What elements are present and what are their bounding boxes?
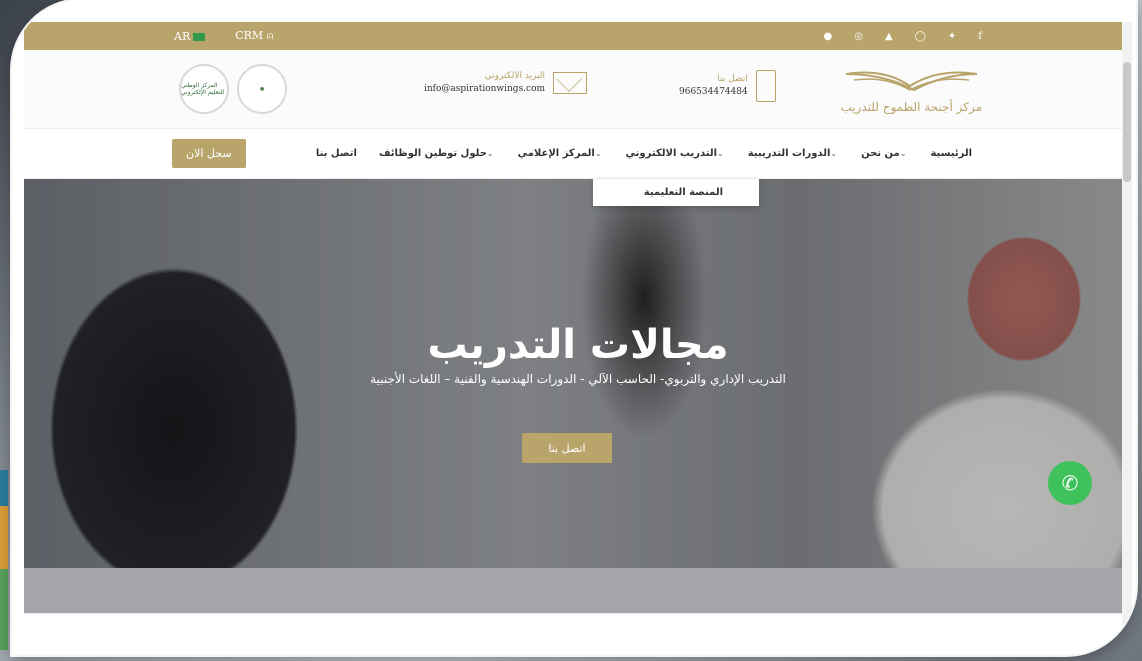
national-elearning-logo: المركز الوطني للتعليم الإلكتروني <box>179 64 229 114</box>
whatsapp-icon[interactable]: ◯ <box>915 31 926 42</box>
nav-item-saudization[interactable]: حلول توطين الوظائف <box>379 148 496 159</box>
main-nav: سجل الان الرئيسية من نحن الدورات التدريب… <box>24 129 1132 179</box>
register-button[interactable]: سجل الان <box>172 139 246 168</box>
email-contact[interactable]: البريد الالكتروني info@aspirationwings.c… <box>424 70 588 96</box>
email-address: info@aspirationwings.com <box>424 84 546 94</box>
partner-logos: المركز الوطني للتعليم الإلكتروني ✺ <box>179 64 287 114</box>
hero-banner: مجالات التدريب التدريب الإداري والتربوي-… <box>24 179 1132 568</box>
envelope-icon <box>553 72 588 94</box>
hero-subtitle: التدريب الإداري والتربوي- الحاسب الآلي -… <box>370 372 786 386</box>
phone-number: 966534474484 <box>679 87 748 97</box>
tvtc-logo-icon: ✺ <box>237 64 287 114</box>
user-icon: ⍝ <box>266 29 274 42</box>
nav-menu: الرئيسية من نحن الدورات التدريبية التدري… <box>316 148 972 159</box>
telegram-icon[interactable]: ● <box>824 31 833 42</box>
dropdown-elearning-platform[interactable]: المنصة التعليمية <box>593 179 759 206</box>
youtube-icon[interactable]: ▲ <box>885 31 893 42</box>
site-header: المركز الوطني للتعليم الإلكتروني ✺ البري… <box>24 50 1132 129</box>
phone-contact[interactable]: اتصل بنا 966534474484 <box>679 70 776 102</box>
hero-contact-button[interactable]: اتصل بنا <box>522 433 612 463</box>
nav-item-media[interactable]: المركز الإعلامي <box>518 148 604 159</box>
scrollbar-thumb[interactable] <box>1123 62 1131 182</box>
phone-icon <box>755 70 776 102</box>
wings-icon <box>845 71 977 92</box>
hero-title: مجالات التدريب <box>427 322 729 368</box>
top-bar: AR CRM ⍝ ● ◎ ▲ ◯ ✦ f <box>24 22 1132 50</box>
instagram-icon[interactable]: ◎ <box>854 31 863 42</box>
nav-item-contact[interactable]: اتصل بنا <box>316 148 357 159</box>
section-divider <box>24 568 1132 613</box>
nav-item-courses[interactable]: الدورات التدريبية <box>748 148 839 159</box>
flag-icon <box>193 32 206 41</box>
language-switch[interactable]: AR <box>174 30 206 43</box>
page-footer-area <box>24 613 1132 646</box>
facebook-icon[interactable]: f <box>978 31 982 42</box>
hero-text: مجالات التدريب التدريب الإداري والتربوي-… <box>24 322 1132 386</box>
web-page: AR CRM ⍝ ● ◎ ▲ ◯ ✦ f المركز الوطني للتعل… <box>24 22 1132 646</box>
whatsapp-float-icon[interactable]: ✆ <box>1048 461 1092 505</box>
site-logo[interactable]: مركز أجنحة الطموح للتدريب <box>840 66 982 114</box>
nav-item-about[interactable]: من نحن <box>861 148 908 159</box>
browser-bezel: AR CRM ⍝ ● ◎ ▲ ◯ ✦ f المركز الوطني للتعل… <box>12 0 1136 655</box>
crm-link[interactable]: CRM ⍝ <box>235 29 273 43</box>
background-strip <box>0 470 8 650</box>
twitter-icon[interactable]: ✦ <box>948 31 956 42</box>
nav-item-home[interactable]: الرئيسية <box>930 148 972 159</box>
device-frame: AR CRM ⍝ ● ◎ ▲ ◯ ✦ f المركز الوطني للتعل… <box>0 0 1142 661</box>
nav-item-elearning[interactable]: التدريب الالكتروني <box>626 148 726 159</box>
